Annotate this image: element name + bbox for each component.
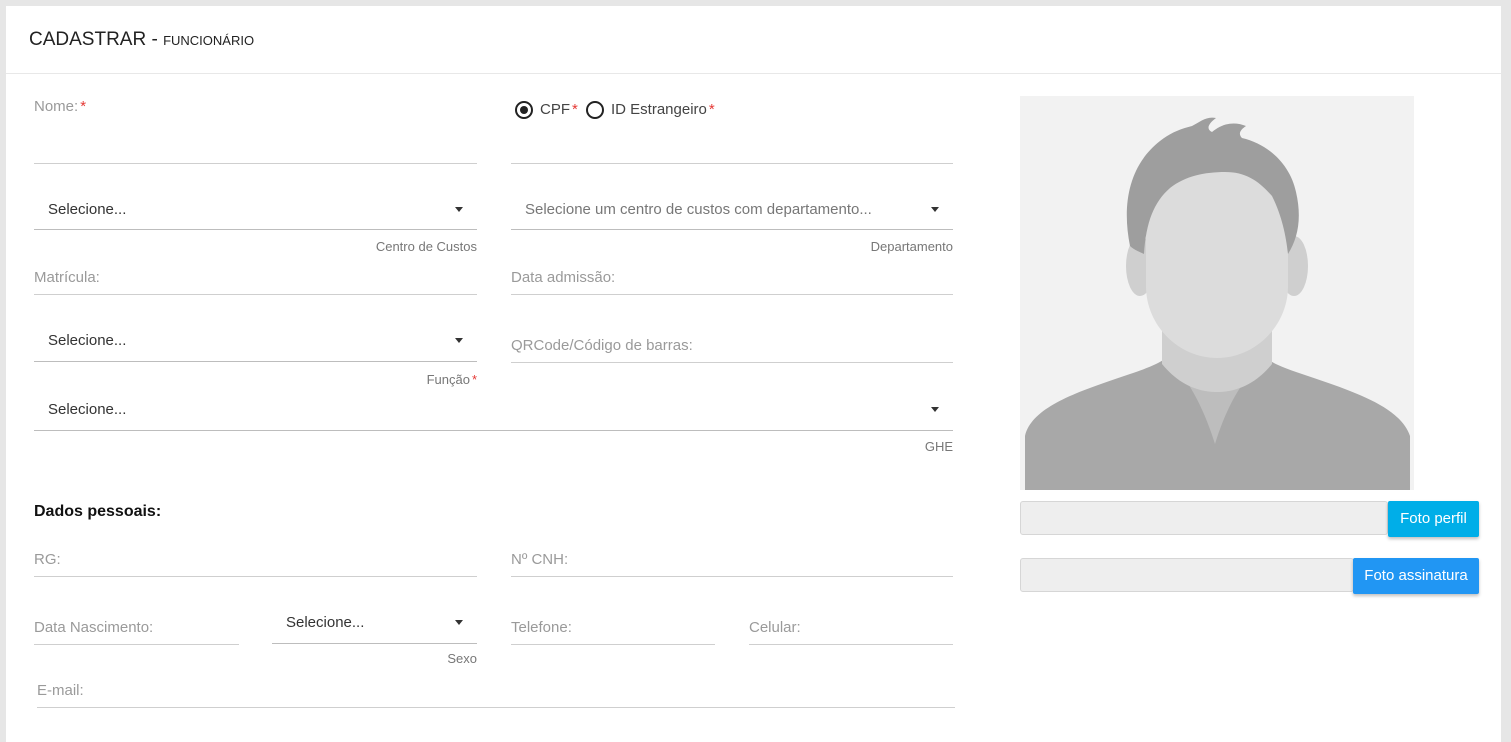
- cpf-radio[interactable]: [515, 101, 533, 119]
- document-number-input[interactable]: [511, 126, 953, 164]
- caret-down-icon: [455, 620, 463, 625]
- centro-custos-select[interactable]: Selecione...: [34, 186, 477, 230]
- dados-pessoais-heading: Dados pessoais:: [34, 503, 162, 520]
- data-nascimento-input[interactable]: [34, 606, 239, 645]
- departamento-select[interactable]: Selecione um centro de custos com depart…: [511, 186, 953, 230]
- sexo-helper: Sexo: [447, 651, 477, 666]
- id-estrangeiro-radio[interactable]: [586, 101, 604, 119]
- matricula-input[interactable]: [34, 256, 477, 295]
- foto-perfil-button[interactable]: Foto perfil: [1388, 501, 1479, 537]
- centro-custos-value: Selecione...: [48, 201, 127, 218]
- nome-input[interactable]: [34, 94, 477, 164]
- qrcode-input[interactable]: [511, 324, 953, 363]
- foto-assinatura-file-field[interactable]: [1020, 558, 1354, 592]
- page-title: CADASTRAR - FUNCIONÁRIO: [29, 29, 254, 51]
- centro-custos-helper: Centro de Custos: [375, 239, 477, 254]
- foto-assinatura-button[interactable]: Foto assinatura: [1353, 558, 1479, 594]
- celular-input[interactable]: [749, 606, 953, 645]
- departamento-helper: Departamento: [870, 239, 953, 254]
- telefone-input[interactable]: [511, 606, 715, 645]
- caret-down-icon: [455, 207, 463, 212]
- profile-photo-placeholder: [1020, 96, 1414, 490]
- sexo-select[interactable]: Selecione...: [272, 600, 477, 644]
- email-input[interactable]: [37, 669, 955, 708]
- form-card: CADASTRAR - FUNCIONÁRIO Nome: * CPF * ID E…: [6, 6, 1501, 742]
- caret-down-icon: [931, 407, 939, 412]
- funcao-select[interactable]: Selecione...: [34, 318, 477, 362]
- ghe-select[interactable]: Selecione...: [34, 387, 953, 431]
- caret-down-icon: [455, 338, 463, 343]
- funcao-helper: Função *: [426, 372, 477, 387]
- avatar-silhouette-icon: [1025, 117, 1410, 490]
- funcao-value: Selecione...: [48, 332, 127, 349]
- title-main: CADASTRAR -: [29, 29, 164, 50]
- title-sub: FUNCIONÁRIO: [163, 33, 255, 48]
- departamento-value: Selecione um centro de custos com depart…: [525, 201, 872, 218]
- sexo-value: Selecione...: [286, 614, 365, 631]
- rg-input[interactable]: [34, 538, 477, 577]
- data-admissao-input[interactable]: [511, 256, 953, 295]
- id-estrangeiro-radio-label: ID Estrangeiro *: [611, 101, 715, 118]
- caret-down-icon: [931, 207, 939, 212]
- ghe-value: Selecione...: [48, 401, 127, 418]
- card-header: CADASTRAR - FUNCIONÁRIO: [6, 6, 1501, 74]
- ghe-helper: GHE: [924, 439, 953, 454]
- foto-perfil-file-field[interactable]: [1020, 501, 1388, 535]
- cpf-radio-label: CPF *: [540, 101, 578, 118]
- cnh-input[interactable]: [511, 538, 953, 577]
